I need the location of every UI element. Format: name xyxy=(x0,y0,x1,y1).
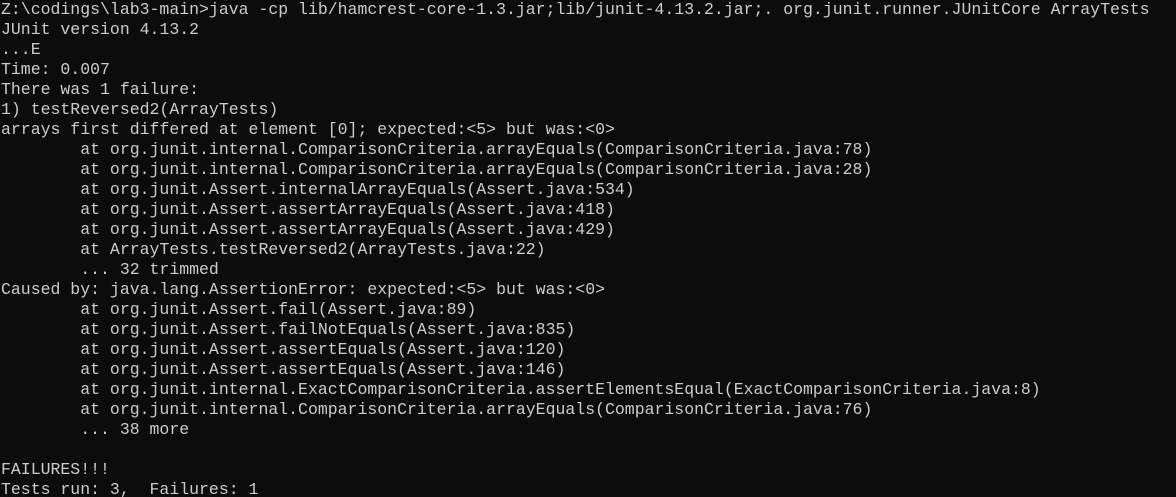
failure-count-text: There was 1 failure: xyxy=(1,80,200,99)
output-line: 1) testReversed2(ArrayTests) xyxy=(1,100,1176,120)
stack-trace-line: at org.junit.Assert.fail(Assert.java:89) xyxy=(1,300,1176,320)
failures-banner: FAILURES!!! xyxy=(1,460,110,479)
stack-frame-text: at org.junit.Assert.failNotEquals(Assert… xyxy=(1,320,576,339)
stack-frame-text: at org.junit.internal.ComparisonCriteria… xyxy=(1,160,873,179)
junit-version-text: JUnit version 4.13.2 xyxy=(1,20,200,39)
stack-frame-text: at org.junit.internal.ComparisonCriteria… xyxy=(1,400,873,419)
stack-trace-line: at org.junit.internal.ComparisonCriteria… xyxy=(1,400,1176,420)
command-text: Z:\codings\lab3-main>java -cp lib/hamcre… xyxy=(1,0,1150,19)
stack-frame-text: at org.junit.Assert.assertArrayEquals(As… xyxy=(1,200,615,219)
stack-trace-line: at org.junit.internal.ComparisonCriteria… xyxy=(1,160,1176,180)
output-line: FAILURES!!! xyxy=(1,460,1176,480)
stack-trace-line: ... 32 trimmed xyxy=(1,260,1176,280)
output-line: arrays first differed at element [0]; ex… xyxy=(1,120,1176,140)
stack-frame-text: at org.junit.Assert.assertArrayEquals(As… xyxy=(1,220,615,239)
stack-frame-text: at org.junit.Assert.assertEquals(Assert.… xyxy=(1,360,566,379)
stack-frame-text: at org.junit.internal.ComparisonCriteria… xyxy=(1,140,873,159)
stack-trace-line: at org.junit.internal.ComparisonCriteria… xyxy=(1,140,1176,160)
stack-frame-text: at ArrayTests.testReversed2(ArrayTests.j… xyxy=(1,240,546,259)
stack-trace-line: at org.junit.Assert.assertEquals(Assert.… xyxy=(1,360,1176,380)
output-line: ...E xyxy=(1,40,1176,60)
command-line: Z:\codings\lab3-main>java -cp lib/hamcre… xyxy=(1,0,1176,20)
stack-trace-line: at org.junit.Assert.failNotEquals(Assert… xyxy=(1,320,1176,340)
trimmed-frames-text: ... 32 trimmed xyxy=(1,260,219,279)
stack-trace-line: at org.junit.internal.ExactComparisonCri… xyxy=(1,380,1176,400)
output-line: There was 1 failure: xyxy=(1,80,1176,100)
output-line: Tests run: 3, Failures: 1 xyxy=(1,480,1176,497)
output-line: Time: 0.007 xyxy=(1,60,1176,80)
caused-by-text: Caused by: java.lang.AssertionError: exp… xyxy=(1,280,605,299)
more-frames-text: ... 38 more xyxy=(1,420,190,439)
stack-trace-line: ... 38 more xyxy=(1,420,1176,440)
terminal-output[interactable]: Z:\codings\lab3-main>java -cp lib/hamcre… xyxy=(1,0,1176,497)
stack-frame-text: at org.junit.Assert.internalArrayEquals(… xyxy=(1,180,635,199)
stack-trace-line: at ArrayTests.testReversed2(ArrayTests.j… xyxy=(1,240,1176,260)
output-line: Caused by: java.lang.AssertionError: exp… xyxy=(1,280,1176,300)
stack-trace-line: at org.junit.Assert.assertArrayEquals(As… xyxy=(1,220,1176,240)
stack-trace-line: at org.junit.Assert.assertArrayEquals(As… xyxy=(1,200,1176,220)
elapsed-time-text: Time: 0.007 xyxy=(1,60,110,79)
output-line: JUnit version 4.13.2 xyxy=(1,20,1176,40)
stack-frame-text: at org.junit.Assert.assertEquals(Assert.… xyxy=(1,340,566,359)
stack-frame-text: at org.junit.Assert.fail(Assert.java:89) xyxy=(1,300,477,319)
test-summary: Tests run: 3, Failures: 1 xyxy=(1,480,259,497)
failed-test-name: 1) testReversed2(ArrayTests) xyxy=(1,100,279,119)
stack-trace-line: at org.junit.Assert.internalArrayEquals(… xyxy=(1,180,1176,200)
test-progress-text: ...E xyxy=(1,40,41,59)
stack-frame-text: at org.junit.internal.ExactComparisonCri… xyxy=(1,380,1041,399)
failure-message: arrays first differed at element [0]; ex… xyxy=(1,120,615,139)
stack-trace-line: at org.junit.Assert.assertEquals(Assert.… xyxy=(1,340,1176,360)
